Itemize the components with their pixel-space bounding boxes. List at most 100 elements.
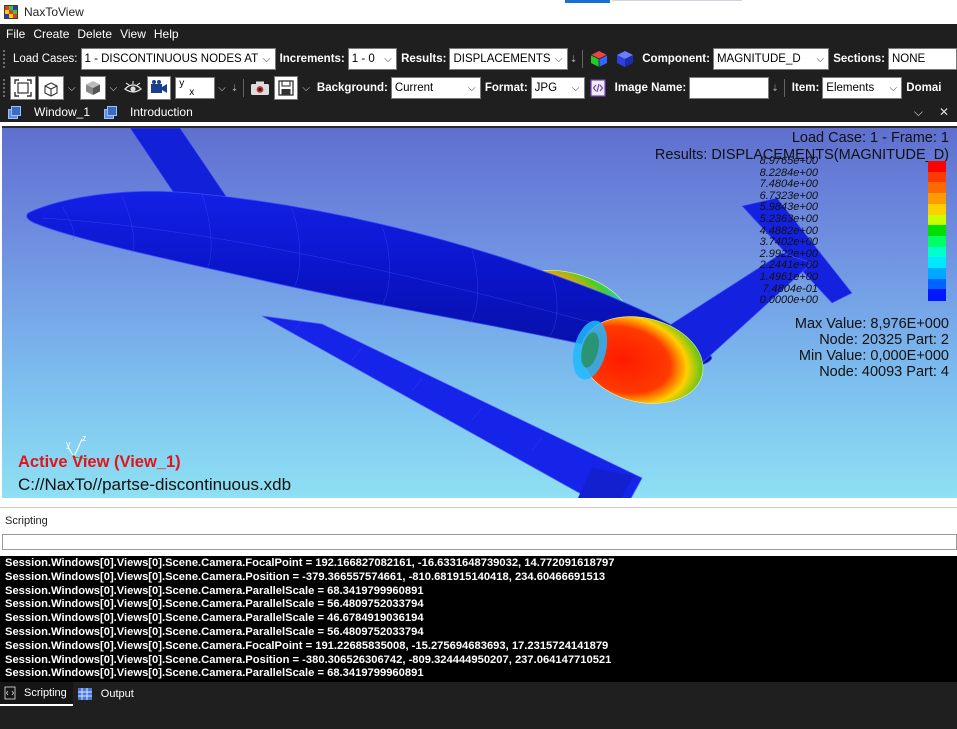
chevron-down-icon[interactable]: ⌵ <box>302 83 310 94</box>
script-command-input[interactable] <box>2 534 957 550</box>
window-controls: ⌵ ✕ <box>906 105 957 120</box>
component-select[interactable]: MAGNITUDE_D ⌵ <box>712 48 830 70</box>
script-code-button[interactable] <box>586 76 610 100</box>
load-case-info: Load Case: 1 - Frame: 1 <box>791 130 949 146</box>
menu-view[interactable]: View <box>116 27 150 41</box>
3d-viewport[interactable]: Load Case: 1 - Frame: 1 Results: DISPLAC… <box>2 126 957 498</box>
axis-x-label: x <box>189 87 195 98</box>
window-icon <box>104 106 118 119</box>
image-name-label: Image Name: <box>614 82 687 94</box>
legend-label: 5.2363e+00 <box>759 213 818 225</box>
screenshot-button[interactable] <box>248 76 272 100</box>
legend-label: 1.4961e+00 <box>759 271 818 283</box>
sections-value: NONE <box>892 53 926 65</box>
item-value: Elements <box>826 82 875 94</box>
chevron-down-icon: ⌵ <box>889 82 898 94</box>
component-label: Component: <box>642 53 710 65</box>
component-value: MAGNITUDE_D <box>716 53 801 65</box>
fit-view-icon <box>14 79 32 97</box>
tab-scripting[interactable]: Scripting <box>0 682 73 706</box>
bottom-tab-bar: Scripting Output <box>0 682 957 706</box>
menu-delete[interactable]: Delete <box>73 27 116 41</box>
wire-cube-icon <box>44 82 58 97</box>
item-label: Item: <box>791 82 820 94</box>
view-orientation-button[interactable] <box>38 76 64 100</box>
sections-select[interactable]: NONE <box>888 48 957 70</box>
format-value: JPG <box>534 82 558 94</box>
min-value: Min Value: 0,000E+000 <box>798 348 949 364</box>
result-cube-blue-button[interactable] <box>613 47 637 71</box>
status-area <box>0 706 957 729</box>
load-cases-select[interactable]: 1 - DISCONTINUOUS NODES AT ⌵ <box>80 48 276 70</box>
result-cube-colored-button[interactable] <box>587 47 611 71</box>
load-cases-value: 1 - DISCONTINUOUS NODES AT <box>84 53 259 65</box>
chevron-down-icon[interactable]: ⌵ <box>914 105 923 120</box>
chevron-down-icon[interactable]: ⌵ <box>110 83 118 94</box>
results-toolbar: Load Cases: 1 - DISCONTINUOUS NODES AT ⌵… <box>0 44 957 74</box>
render-mode-button[interactable] <box>79 76 106 100</box>
toolbar-grip[interactable] <box>2 78 6 98</box>
tab-window-1[interactable]: Window_1 <box>8 105 90 119</box>
legend-color-swatch <box>928 268 946 280</box>
toolbar-separator <box>243 79 245 97</box>
window-icon <box>8 106 21 119</box>
video-camera-icon <box>151 80 168 93</box>
code-file-icon <box>590 79 606 97</box>
domain-label: Domai <box>906 82 942 94</box>
increments-select[interactable]: 1 - 0 ⌵ <box>347 48 398 70</box>
axis-combo[interactable]: y x <box>175 77 216 99</box>
legend-color-swatch <box>928 171 946 183</box>
fit-view-button[interactable] <box>10 76 36 100</box>
legend-color-swatch <box>928 182 946 194</box>
max-value: Max Value: 8,976E+000 <box>794 316 949 332</box>
chevron-down-icon[interactable]: ⌵ <box>218 83 226 94</box>
title-accent-line <box>612 0 742 1</box>
window-title: NaxToView <box>24 5 84 19</box>
app-logo-icon <box>4 5 18 19</box>
toolbar-separator <box>783 79 785 97</box>
legend-label: 8.9765e+00 <box>759 155 818 167</box>
increments-label: Increments: <box>279 53 345 65</box>
console-line: Session.Windows[0].Views[0].Scene.Camera… <box>5 570 606 583</box>
dropdown-arrow-icon[interactable]: ⇣ <box>771 83 779 94</box>
legend-color-swatch <box>928 193 946 205</box>
chevron-down-icon[interactable]: ⌵ <box>68 83 76 94</box>
close-icon[interactable]: ✕ <box>939 105 949 119</box>
max-node: Node: 20325 Part: 2 <box>819 332 949 348</box>
image-name-input[interactable] <box>689 77 770 99</box>
menu-create[interactable]: Create <box>29 27 73 41</box>
toolbar-grip[interactable] <box>2 49 6 69</box>
script-console-output[interactable]: Session.Windows[0].Views[0].Scene.Camera… <box>0 556 957 682</box>
console-line: Session.Windows[0].Views[0].Scene.Camera… <box>5 612 424 625</box>
save-button[interactable] <box>274 76 299 100</box>
dropdown-arrow-icon[interactable]: ⇣ <box>570 54 578 65</box>
axis-y-label: y <box>66 439 71 449</box>
console-line: Session.Windows[0].Views[0].Scene.Camera… <box>5 653 612 666</box>
legend-color-swatch <box>928 161 946 173</box>
dropdown-arrow-icon[interactable]: ⇣ <box>231 83 239 94</box>
scripting-panel-header: Scripting <box>0 508 957 534</box>
chevron-down-icon: ⌵ <box>816 53 825 65</box>
menu-file[interactable]: File <box>2 27 29 41</box>
format-select[interactable]: JPG ⌵ <box>530 77 585 99</box>
console-line: Session.Windows[0].Views[0].Scene.Camera… <box>5 584 424 597</box>
panel-splitter[interactable] <box>0 498 957 508</box>
load-cases-label: Load Cases: <box>12 53 78 65</box>
min-node: Node: 40093 Part: 4 <box>819 364 949 380</box>
results-select[interactable]: DISPLACEMENTS ⌵ <box>449 48 568 70</box>
floppy-disk-icon <box>278 80 294 96</box>
colored-cube-icon <box>591 51 608 67</box>
item-select[interactable]: Elements ⌵ <box>822 77 903 99</box>
tab-introduction[interactable]: Introduction <box>104 105 193 119</box>
camera-icon <box>251 81 270 95</box>
legend-color-swatch <box>928 289 946 301</box>
legend-color-swatch <box>928 257 946 269</box>
menu-help[interactable]: Help <box>150 27 183 41</box>
axis-z-label: z <box>82 433 87 443</box>
tab-output[interactable]: Output <box>73 682 140 706</box>
chevron-down-icon: ⌵ <box>554 53 563 65</box>
video-camera-button[interactable] <box>147 76 172 100</box>
background-select[interactable]: Current ⌵ <box>390 77 481 99</box>
visibility-button[interactable] <box>121 76 145 100</box>
active-view-label: Active View (View_1) <box>18 453 181 471</box>
